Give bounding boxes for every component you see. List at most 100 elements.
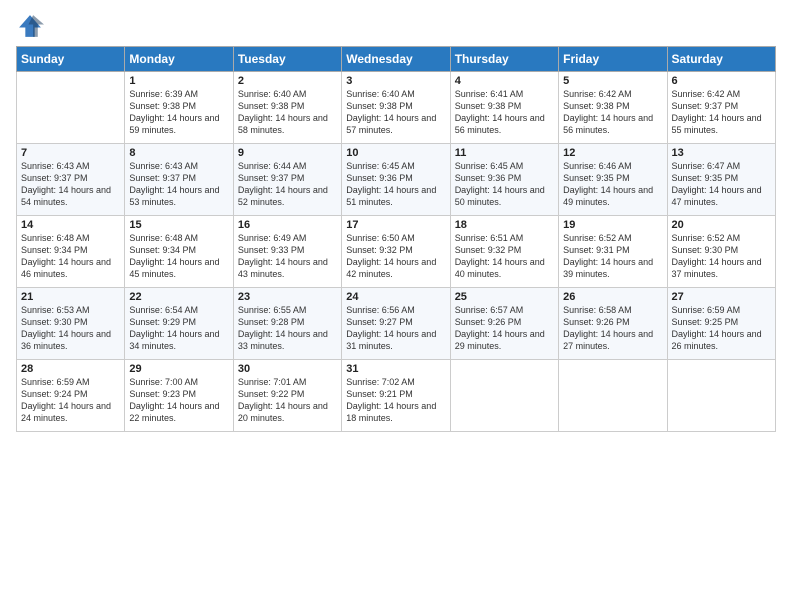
calendar-cell: 15Sunrise: 6:48 AMSunset: 9:34 PMDayligh…: [125, 216, 233, 288]
day-number: 3: [346, 75, 445, 87]
weekday-header-friday: Friday: [559, 47, 667, 72]
calendar-cell: 20Sunrise: 6:52 AMSunset: 9:30 PMDayligh…: [667, 216, 775, 288]
day-number: 16: [238, 219, 337, 231]
day-number: 19: [563, 219, 662, 231]
day-number: 1: [129, 75, 228, 87]
day-info: Sunrise: 6:46 AMSunset: 9:35 PMDaylight:…: [563, 160, 662, 209]
calendar-cell: 21Sunrise: 6:53 AMSunset: 9:30 PMDayligh…: [17, 288, 125, 360]
day-info: Sunrise: 7:00 AMSunset: 9:23 PMDaylight:…: [129, 376, 228, 425]
calendar-cell: 12Sunrise: 6:46 AMSunset: 9:35 PMDayligh…: [559, 144, 667, 216]
day-info: Sunrise: 6:58 AMSunset: 9:26 PMDaylight:…: [563, 304, 662, 353]
day-info: Sunrise: 6:39 AMSunset: 9:38 PMDaylight:…: [129, 88, 228, 137]
day-number: 12: [563, 147, 662, 159]
day-info: Sunrise: 6:56 AMSunset: 9:27 PMDaylight:…: [346, 304, 445, 353]
day-info: Sunrise: 6:50 AMSunset: 9:32 PMDaylight:…: [346, 232, 445, 281]
calendar-table: SundayMondayTuesdayWednesdayThursdayFrid…: [16, 46, 776, 432]
day-number: 25: [455, 291, 554, 303]
day-number: 21: [21, 291, 120, 303]
day-number: 31: [346, 363, 445, 375]
calendar-cell: 29Sunrise: 7:00 AMSunset: 9:23 PMDayligh…: [125, 360, 233, 432]
day-number: 10: [346, 147, 445, 159]
day-number: 11: [455, 147, 554, 159]
day-info: Sunrise: 6:57 AMSunset: 9:26 PMDaylight:…: [455, 304, 554, 353]
day-number: 18: [455, 219, 554, 231]
calendar-cell: 25Sunrise: 6:57 AMSunset: 9:26 PMDayligh…: [450, 288, 558, 360]
day-number: 5: [563, 75, 662, 87]
calendar-cell: 11Sunrise: 6:45 AMSunset: 9:36 PMDayligh…: [450, 144, 558, 216]
day-number: 26: [563, 291, 662, 303]
calendar-cell: 17Sunrise: 6:50 AMSunset: 9:32 PMDayligh…: [342, 216, 450, 288]
day-number: 4: [455, 75, 554, 87]
logo: [16, 12, 48, 40]
day-info: Sunrise: 6:43 AMSunset: 9:37 PMDaylight:…: [129, 160, 228, 209]
day-info: Sunrise: 6:55 AMSunset: 9:28 PMDaylight:…: [238, 304, 337, 353]
calendar-cell: 19Sunrise: 6:52 AMSunset: 9:31 PMDayligh…: [559, 216, 667, 288]
day-info: Sunrise: 6:40 AMSunset: 9:38 PMDaylight:…: [238, 88, 337, 137]
calendar-cell: 18Sunrise: 6:51 AMSunset: 9:32 PMDayligh…: [450, 216, 558, 288]
day-info: Sunrise: 7:02 AMSunset: 9:21 PMDaylight:…: [346, 376, 445, 425]
day-info: Sunrise: 6:59 AMSunset: 9:25 PMDaylight:…: [672, 304, 771, 353]
calendar-cell: 22Sunrise: 6:54 AMSunset: 9:29 PMDayligh…: [125, 288, 233, 360]
weekday-header-wednesday: Wednesday: [342, 47, 450, 72]
day-info: Sunrise: 6:47 AMSunset: 9:35 PMDaylight:…: [672, 160, 771, 209]
day-info: Sunrise: 6:52 AMSunset: 9:31 PMDaylight:…: [563, 232, 662, 281]
day-info: Sunrise: 6:48 AMSunset: 9:34 PMDaylight:…: [21, 232, 120, 281]
calendar-cell: 24Sunrise: 6:56 AMSunset: 9:27 PMDayligh…: [342, 288, 450, 360]
day-info: Sunrise: 6:42 AMSunset: 9:37 PMDaylight:…: [672, 88, 771, 137]
day-number: 7: [21, 147, 120, 159]
day-number: 9: [238, 147, 337, 159]
calendar-cell: 28Sunrise: 6:59 AMSunset: 9:24 PMDayligh…: [17, 360, 125, 432]
day-info: Sunrise: 6:45 AMSunset: 9:36 PMDaylight:…: [346, 160, 445, 209]
day-number: 13: [672, 147, 771, 159]
day-number: 22: [129, 291, 228, 303]
weekday-header-tuesday: Tuesday: [233, 47, 341, 72]
calendar-cell: 10Sunrise: 6:45 AMSunset: 9:36 PMDayligh…: [342, 144, 450, 216]
weekday-header-saturday: Saturday: [667, 47, 775, 72]
weekday-header-sunday: Sunday: [17, 47, 125, 72]
day-info: Sunrise: 6:44 AMSunset: 9:37 PMDaylight:…: [238, 160, 337, 209]
calendar-cell: 27Sunrise: 6:59 AMSunset: 9:25 PMDayligh…: [667, 288, 775, 360]
day-number: 24: [346, 291, 445, 303]
day-info: Sunrise: 6:54 AMSunset: 9:29 PMDaylight:…: [129, 304, 228, 353]
day-info: Sunrise: 6:40 AMSunset: 9:38 PMDaylight:…: [346, 88, 445, 137]
day-info: Sunrise: 6:45 AMSunset: 9:36 PMDaylight:…: [455, 160, 554, 209]
day-number: 2: [238, 75, 337, 87]
day-number: 15: [129, 219, 228, 231]
calendar-cell: 14Sunrise: 6:48 AMSunset: 9:34 PMDayligh…: [17, 216, 125, 288]
day-info: Sunrise: 6:51 AMSunset: 9:32 PMDaylight:…: [455, 232, 554, 281]
day-info: Sunrise: 6:43 AMSunset: 9:37 PMDaylight:…: [21, 160, 120, 209]
calendar-cell: 3Sunrise: 6:40 AMSunset: 9:38 PMDaylight…: [342, 72, 450, 144]
calendar-cell: 8Sunrise: 6:43 AMSunset: 9:37 PMDaylight…: [125, 144, 233, 216]
weekday-header-thursday: Thursday: [450, 47, 558, 72]
day-info: Sunrise: 6:48 AMSunset: 9:34 PMDaylight:…: [129, 232, 228, 281]
calendar-cell: 1Sunrise: 6:39 AMSunset: 9:38 PMDaylight…: [125, 72, 233, 144]
day-number: 28: [21, 363, 120, 375]
calendar-cell: 9Sunrise: 6:44 AMSunset: 9:37 PMDaylight…: [233, 144, 341, 216]
day-number: 6: [672, 75, 771, 87]
calendar-cell: [559, 360, 667, 432]
calendar-cell: [17, 72, 125, 144]
calendar-cell: 30Sunrise: 7:01 AMSunset: 9:22 PMDayligh…: [233, 360, 341, 432]
day-info: Sunrise: 6:52 AMSunset: 9:30 PMDaylight:…: [672, 232, 771, 281]
day-number: 29: [129, 363, 228, 375]
day-number: 14: [21, 219, 120, 231]
day-number: 23: [238, 291, 337, 303]
calendar-cell: [667, 360, 775, 432]
day-number: 20: [672, 219, 771, 231]
day-info: Sunrise: 6:59 AMSunset: 9:24 PMDaylight:…: [21, 376, 120, 425]
calendar-cell: 7Sunrise: 6:43 AMSunset: 9:37 PMDaylight…: [17, 144, 125, 216]
weekday-header-monday: Monday: [125, 47, 233, 72]
day-info: Sunrise: 6:42 AMSunset: 9:38 PMDaylight:…: [563, 88, 662, 137]
calendar-cell: 5Sunrise: 6:42 AMSunset: 9:38 PMDaylight…: [559, 72, 667, 144]
calendar-cell: 4Sunrise: 6:41 AMSunset: 9:38 PMDaylight…: [450, 72, 558, 144]
calendar-cell: 31Sunrise: 7:02 AMSunset: 9:21 PMDayligh…: [342, 360, 450, 432]
day-number: 8: [129, 147, 228, 159]
day-number: 30: [238, 363, 337, 375]
day-info: Sunrise: 7:01 AMSunset: 9:22 PMDaylight:…: [238, 376, 337, 425]
calendar-cell: 16Sunrise: 6:49 AMSunset: 9:33 PMDayligh…: [233, 216, 341, 288]
calendar-cell: 26Sunrise: 6:58 AMSunset: 9:26 PMDayligh…: [559, 288, 667, 360]
day-info: Sunrise: 6:41 AMSunset: 9:38 PMDaylight:…: [455, 88, 554, 137]
calendar-cell: 13Sunrise: 6:47 AMSunset: 9:35 PMDayligh…: [667, 144, 775, 216]
day-info: Sunrise: 6:53 AMSunset: 9:30 PMDaylight:…: [21, 304, 120, 353]
day-number: 17: [346, 219, 445, 231]
